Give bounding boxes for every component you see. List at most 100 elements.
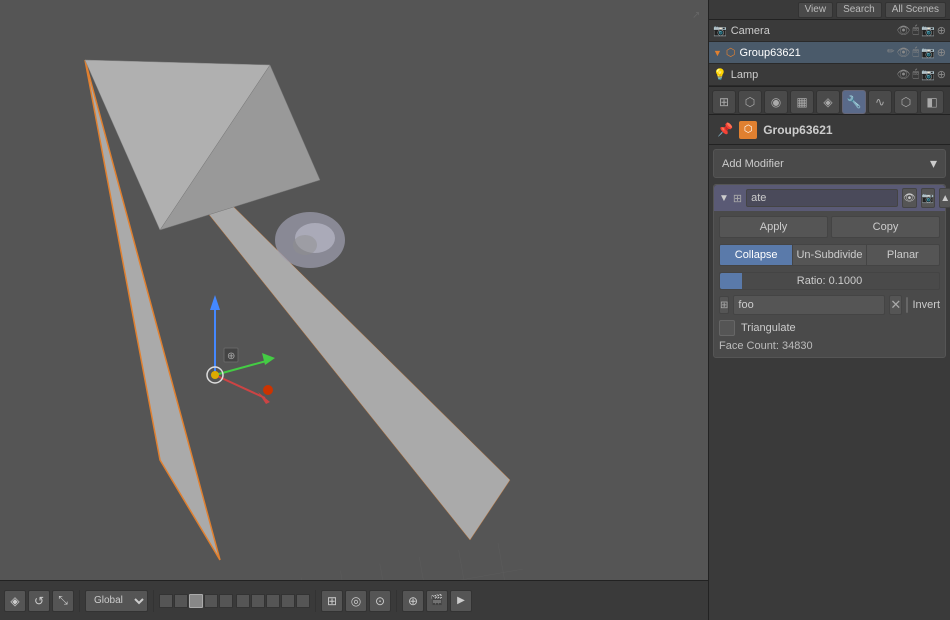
proportional2-btn[interactable]: ⊙ (369, 590, 391, 612)
ratio-bar[interactable]: Ratio: 0.1000 (719, 272, 940, 290)
snap-btn[interactable]: ⊞ (321, 590, 343, 612)
props-tab-object[interactable]: ▦ (790, 90, 814, 114)
group-cursor-icon[interactable]: 🖱 (912, 46, 919, 59)
triangulate-row: Triangulate (719, 320, 940, 336)
modifier-action-buttons: Apply Copy (719, 216, 940, 238)
mode-tab-collapse[interactable]: Collapse (720, 245, 793, 265)
view-button[interactable]: View (798, 2, 834, 18)
props-tab-modifiers[interactable]: 🔧 (842, 90, 866, 114)
mode-tab-planar[interactable]: Planar (867, 245, 939, 265)
add-modifier-btn[interactable]: Add Modifier ▾ (713, 149, 946, 178)
group-expand-icon[interactable]: ▼ (713, 48, 722, 58)
modifier-grid-icon: ⊞ (733, 192, 742, 205)
props-tab-constraints[interactable]: ◈ (816, 90, 840, 114)
lamp-icon: 💡 (713, 68, 727, 81)
toolbar-separator-2 (153, 590, 154, 612)
apply-button[interactable]: Apply (719, 216, 828, 238)
outliner-item-group[interactable]: ▼ ⬡ Group63621 ✏ 👁 🖱 📷 ⊕ (709, 42, 950, 64)
outliner-icons-camera: 👁 🖱 📷 ⊕ (897, 24, 947, 37)
invert-label: Invert (912, 299, 940, 311)
outliner-item-lamp[interactable]: 💡 Lamp 👁 🖱 📷 ⊕ (709, 64, 950, 86)
props-tab-data[interactable]: ∿ (868, 90, 892, 114)
vertex-group-row: ⊞ ✕ Invert (719, 295, 940, 315)
layer-btn-7[interactable] (251, 594, 265, 608)
render-icon[interactable]: 📷 (921, 24, 935, 37)
all-scenes-button[interactable]: All Scenes (885, 2, 946, 18)
vertex-group-icon: ⊞ (719, 296, 729, 314)
toolbar-separator-4 (396, 590, 397, 612)
layer-btn-6[interactable] (236, 594, 250, 608)
props-tab-render[interactable]: ⊞ (712, 90, 736, 114)
search-button[interactable]: Search (836, 2, 882, 18)
group-label: Group63621 (740, 47, 883, 59)
triangulate-checkbox[interactable] (719, 320, 735, 336)
outliner-icons-group: ✏ 👁 🖱 📷 ⊕ (887, 46, 946, 59)
props-content: Add Modifier ▾ ▼ ⊞ 👁 📷 ▲ ▼ ✕ Apply (709, 145, 950, 620)
layer-buttons (159, 594, 233, 608)
props-tab-world[interactable]: ◉ (764, 90, 788, 114)
lamp-eye-icon[interactable]: 👁 (897, 68, 911, 81)
modifier-block: ▼ ⊞ 👁 📷 ▲ ▼ ✕ Apply Copy Collapse (713, 184, 946, 358)
render-anim-btn[interactable]: ▶ (450, 590, 472, 612)
layer-btn-2[interactable] (174, 594, 188, 608)
toolbar-separator-3 (315, 590, 316, 612)
proportional-btn[interactable]: ◎ (345, 590, 367, 612)
camera-icon: 📷 (713, 24, 727, 37)
group-hide-icon[interactable]: ⊕ (937, 46, 946, 59)
props-tab-scene[interactable]: ⬡ (738, 90, 762, 114)
frame-start-btn[interactable]: ⊕ (402, 590, 424, 612)
modifier-collapse-arrow[interactable]: ▼ (719, 193, 729, 204)
ratio-bar-fill (720, 273, 742, 289)
modifier-camera-icon[interactable]: 👁 (902, 188, 917, 208)
vertex-group-input[interactable] (733, 295, 885, 315)
layer-row-2 (236, 594, 310, 608)
cursor-icon[interactable]: 🖱 (912, 24, 919, 37)
layer-btn-10[interactable] (296, 594, 310, 608)
lamp-hide-icon[interactable]: ⊕ (937, 68, 946, 81)
props-tab-material[interactable]: ⬡ (894, 90, 918, 114)
face-count-row: Face Count: 34830 (719, 340, 940, 352)
group-camera-icon[interactable]: 📷 (921, 46, 935, 59)
layer-btn-8[interactable] (266, 594, 280, 608)
layer-btn-1[interactable] (159, 594, 173, 608)
viewport[interactable]: ⊕ ↗ (0, 0, 708, 580)
props-tabs: ⊞ ⬡ ◉ ▦ ◈ 🔧 ∿ ⬡ ◧ (709, 87, 950, 115)
layer-btn-4[interactable] (204, 594, 218, 608)
face-count-label: Face Count: 34830 (719, 340, 813, 352)
modifier-up-icon[interactable]: ▲ (939, 188, 950, 208)
group-edit-icon[interactable]: ✏ (887, 46, 895, 59)
copy-button[interactable]: Copy (831, 216, 940, 238)
lamp-cursor-icon[interactable]: 🖱 (912, 68, 919, 81)
ratio-row: Ratio: 0.1000 (719, 272, 940, 290)
invert-checkbox[interactable] (906, 297, 908, 313)
props-tab-texture[interactable]: ◧ (920, 90, 944, 114)
modifier-header: ▼ ⊞ 👁 📷 ▲ ▼ ✕ (714, 185, 945, 211)
outliner-item-camera[interactable]: 📷 Camera 👁 🖱 📷 ⊕ (709, 20, 950, 42)
modifier-name-input[interactable] (746, 189, 898, 207)
group-icon: ⬡ (726, 46, 736, 59)
global-select[interactable]: Global Local Normal (85, 590, 148, 612)
eye-icon[interactable]: 👁 (897, 24, 911, 37)
props-pin-icon[interactable]: 📌 (717, 122, 733, 138)
triangulate-label: Triangulate (741, 322, 796, 334)
rotate-icon-btn[interactable]: ↺ (28, 590, 50, 612)
toolbar-separator-1 (79, 590, 80, 612)
camera-label: Camera (731, 25, 893, 37)
group-eye-icon[interactable]: 👁 (897, 46, 911, 59)
scale-icon-btn[interactable]: ⤡ (52, 590, 74, 612)
bottom-toolbar: ◈ ↺ ⤡ Global Local Normal ⊞ ◎ ⊙ ⊕ 🎬 ▶ (0, 580, 708, 620)
modifier-render-icon[interactable]: 📷 (921, 188, 935, 208)
layer-btn-3[interactable] (189, 594, 203, 608)
lamp-label: Lamp (731, 69, 893, 81)
frame-icon-btn[interactable]: 🎬 (426, 590, 448, 612)
modifier-body: Apply Copy Collapse Un-Subdivide Planar … (714, 211, 945, 357)
scene-svg: ⊕ ↗ (0, 0, 708, 580)
add-modifier-arrow: ▾ (930, 155, 937, 172)
mode-tab-unsubdivide[interactable]: Un-Subdivide (793, 245, 866, 265)
layer-btn-9[interactable] (281, 594, 295, 608)
lamp-camera-icon[interactable]: 📷 (921, 68, 935, 81)
hide-icon[interactable]: ⊕ (937, 24, 946, 37)
mode-icon-btn[interactable]: ◈ (4, 590, 26, 612)
vertex-group-clear[interactable]: ✕ (889, 295, 902, 315)
layer-btn-5[interactable] (219, 594, 233, 608)
